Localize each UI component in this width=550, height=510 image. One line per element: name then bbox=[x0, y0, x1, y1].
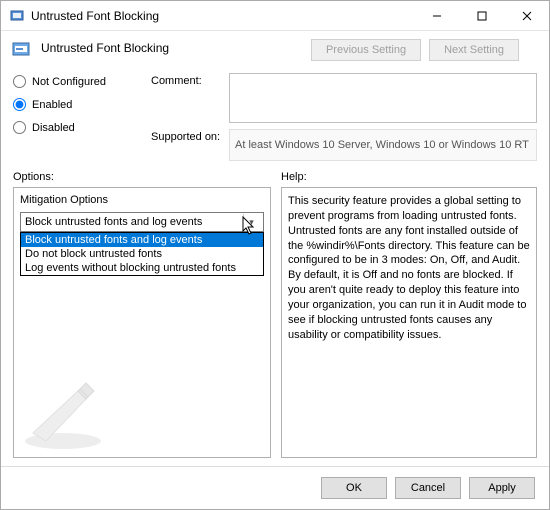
chevron-down-icon: ▾ bbox=[243, 214, 259, 230]
supported-label: Supported on: bbox=[151, 131, 221, 143]
radio-enabled-input[interactable] bbox=[13, 98, 26, 111]
close-button[interactable] bbox=[504, 1, 549, 30]
help-text: This security feature provides a global … bbox=[288, 195, 530, 341]
minimize-button[interactable] bbox=[414, 1, 459, 30]
state-radios: Not Configured Enabled Disabled bbox=[13, 73, 143, 161]
apply-button[interactable]: Apply bbox=[469, 477, 535, 499]
radio-label: Enabled bbox=[32, 99, 72, 111]
next-setting-button[interactable]: Next Setting bbox=[429, 39, 519, 61]
cancel-button[interactable]: Cancel bbox=[395, 477, 461, 499]
options-label: Options: bbox=[13, 171, 281, 183]
mitigation-option[interactable]: Block untrusted fonts and log events bbox=[21, 233, 263, 247]
mitigation-option[interactable]: Log events without blocking untrusted fo… bbox=[21, 261, 263, 275]
supported-on-text: At least Windows 10 Server, Windows 10 o… bbox=[229, 129, 537, 161]
radio-label: Not Configured bbox=[32, 76, 106, 88]
supported-value: At least Windows 10 Server, Windows 10 o… bbox=[235, 139, 529, 151]
radio-not-configured-input[interactable] bbox=[13, 75, 26, 88]
mitigation-dropdown: Block untrusted fonts and log events Do … bbox=[20, 232, 264, 276]
policy-title: Untrusted Font Blocking bbox=[41, 39, 311, 55]
comment-label: Comment: bbox=[151, 75, 221, 131]
watermark-icon bbox=[18, 373, 108, 453]
titlebar: Untrusted Font Blocking bbox=[1, 1, 549, 31]
radio-enabled[interactable]: Enabled bbox=[13, 98, 143, 111]
comment-textarea[interactable] bbox=[229, 73, 537, 123]
radio-label: Disabled bbox=[32, 122, 75, 134]
options-panel: Mitigation Options Block untrusted fonts… bbox=[13, 187, 271, 458]
radio-disabled-input[interactable] bbox=[13, 121, 26, 134]
previous-setting-button[interactable]: Previous Setting bbox=[311, 39, 421, 61]
app-icon bbox=[9, 8, 25, 24]
window-title: Untrusted Font Blocking bbox=[31, 9, 414, 23]
policy-icon bbox=[11, 39, 33, 61]
dialog-window: Untrusted Font Blocking Untrusted Font B… bbox=[0, 0, 550, 510]
radio-disabled[interactable]: Disabled bbox=[13, 121, 143, 134]
ok-button[interactable]: OK bbox=[321, 477, 387, 499]
help-label: Help: bbox=[281, 171, 307, 183]
radio-not-configured[interactable]: Not Configured bbox=[13, 75, 143, 88]
maximize-button[interactable] bbox=[459, 1, 504, 30]
mitigation-option[interactable]: Do not block untrusted fonts bbox=[21, 247, 263, 261]
mitigation-selected: Block untrusted fonts and log events bbox=[25, 216, 202, 228]
mitigation-label: Mitigation Options bbox=[20, 194, 264, 206]
dialog-footer: OK Cancel Apply bbox=[1, 466, 549, 509]
mitigation-select[interactable]: Block untrusted fonts and log events ▾ bbox=[20, 212, 264, 232]
help-panel: This security feature provides a global … bbox=[281, 187, 537, 458]
header: Untrusted Font Blocking Previous Setting… bbox=[1, 31, 549, 65]
